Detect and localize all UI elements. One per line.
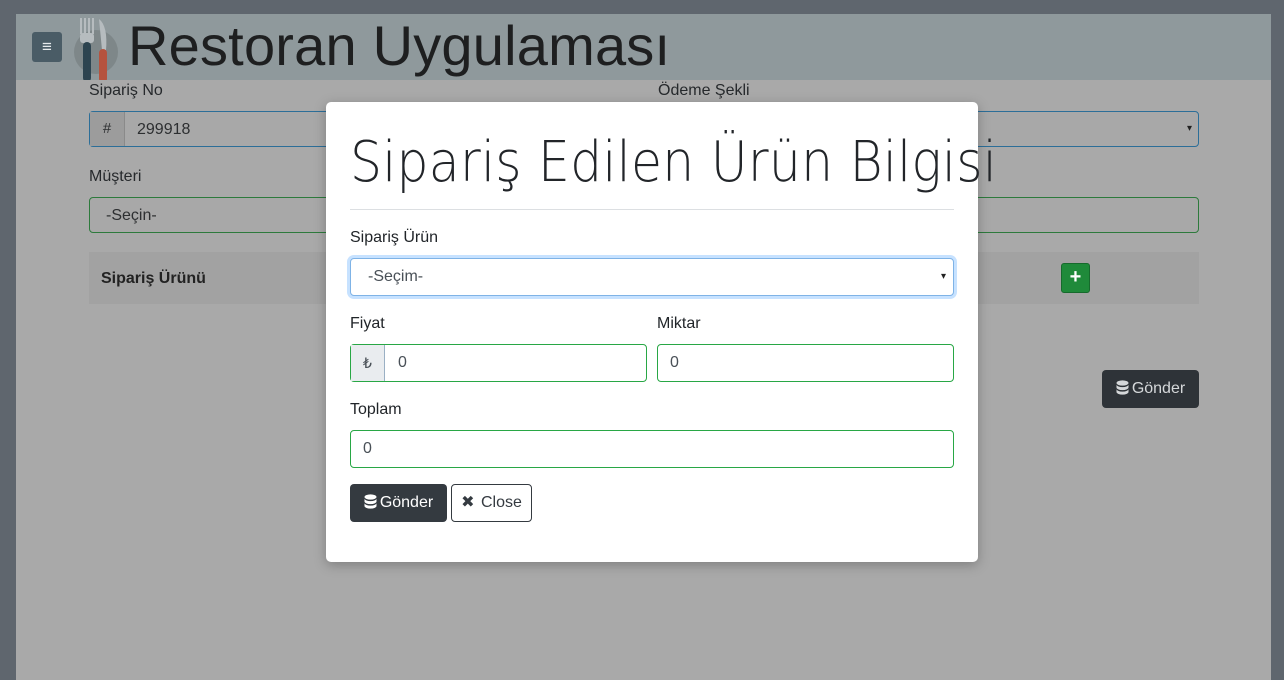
product-select-value: -Seçim-	[368, 268, 424, 285]
product-label: Sipariş Ürün	[350, 229, 439, 246]
chevron-down-icon: ▾	[1186, 123, 1192, 134]
quantity-label: Miktar	[657, 315, 701, 332]
chevron-down-icon: ▾	[940, 271, 946, 282]
payment-method-label: Ödeme Şekli	[658, 82, 750, 99]
send-order-label: Gönder	[1131, 380, 1186, 397]
fork-knife-icon	[74, 18, 118, 83]
customer-label: Müşteri	[89, 168, 142, 185]
total-label: Toplam	[350, 401, 402, 418]
plus-icon: +	[1069, 266, 1082, 288]
send-order-button[interactable]: Gönder	[1102, 370, 1199, 408]
order-no-label: Sipariş No	[89, 82, 163, 99]
add-item-button[interactable]: +	[1061, 263, 1090, 293]
hash-addon: #	[90, 112, 125, 146]
product-select[interactable]: -Seçim- ▾	[350, 258, 954, 296]
database-icon	[1116, 380, 1129, 395]
menu-toggle-button[interactable]: ≡	[32, 32, 62, 62]
order-no-value: 299918	[137, 121, 191, 138]
order-item-column-header: Sipariş Ürünü	[101, 270, 206, 287]
price-value: 0	[398, 354, 407, 371]
database-icon	[364, 494, 377, 509]
modal-send-button[interactable]: Gönder	[350, 484, 447, 522]
quantity-field[interactable]: 0	[657, 344, 954, 382]
customer-value: -Seçin-	[106, 207, 157, 224]
order-item-modal: Sipariş Edilen Ürün Bilgisi Sipariş Ürün…	[326, 102, 997, 562]
hamburger-icon: ≡	[42, 37, 52, 56]
quantity-value: 0	[670, 354, 679, 371]
price-field[interactable]: ₺ 0	[350, 344, 647, 382]
price-label: Fiyat	[350, 315, 385, 332]
modal-divider	[350, 209, 954, 210]
modal-title: Sipariş Edilen Ürün Bilgisi	[350, 130, 998, 195]
lira-icon: ₺	[351, 345, 385, 381]
modal-close-label: Close	[480, 494, 522, 511]
app-title: Restoran Uygulaması	[128, 14, 671, 77]
modal-send-label: Gönder	[379, 494, 434, 511]
total-value: 0	[363, 440, 372, 457]
close-icon: ✖	[461, 494, 475, 511]
app-header: ≡ Restoran Uygulaması	[16, 14, 1271, 83]
modal-close-button[interactable]: ✖ Close	[451, 484, 532, 522]
total-field[interactable]: 0	[350, 430, 954, 468]
